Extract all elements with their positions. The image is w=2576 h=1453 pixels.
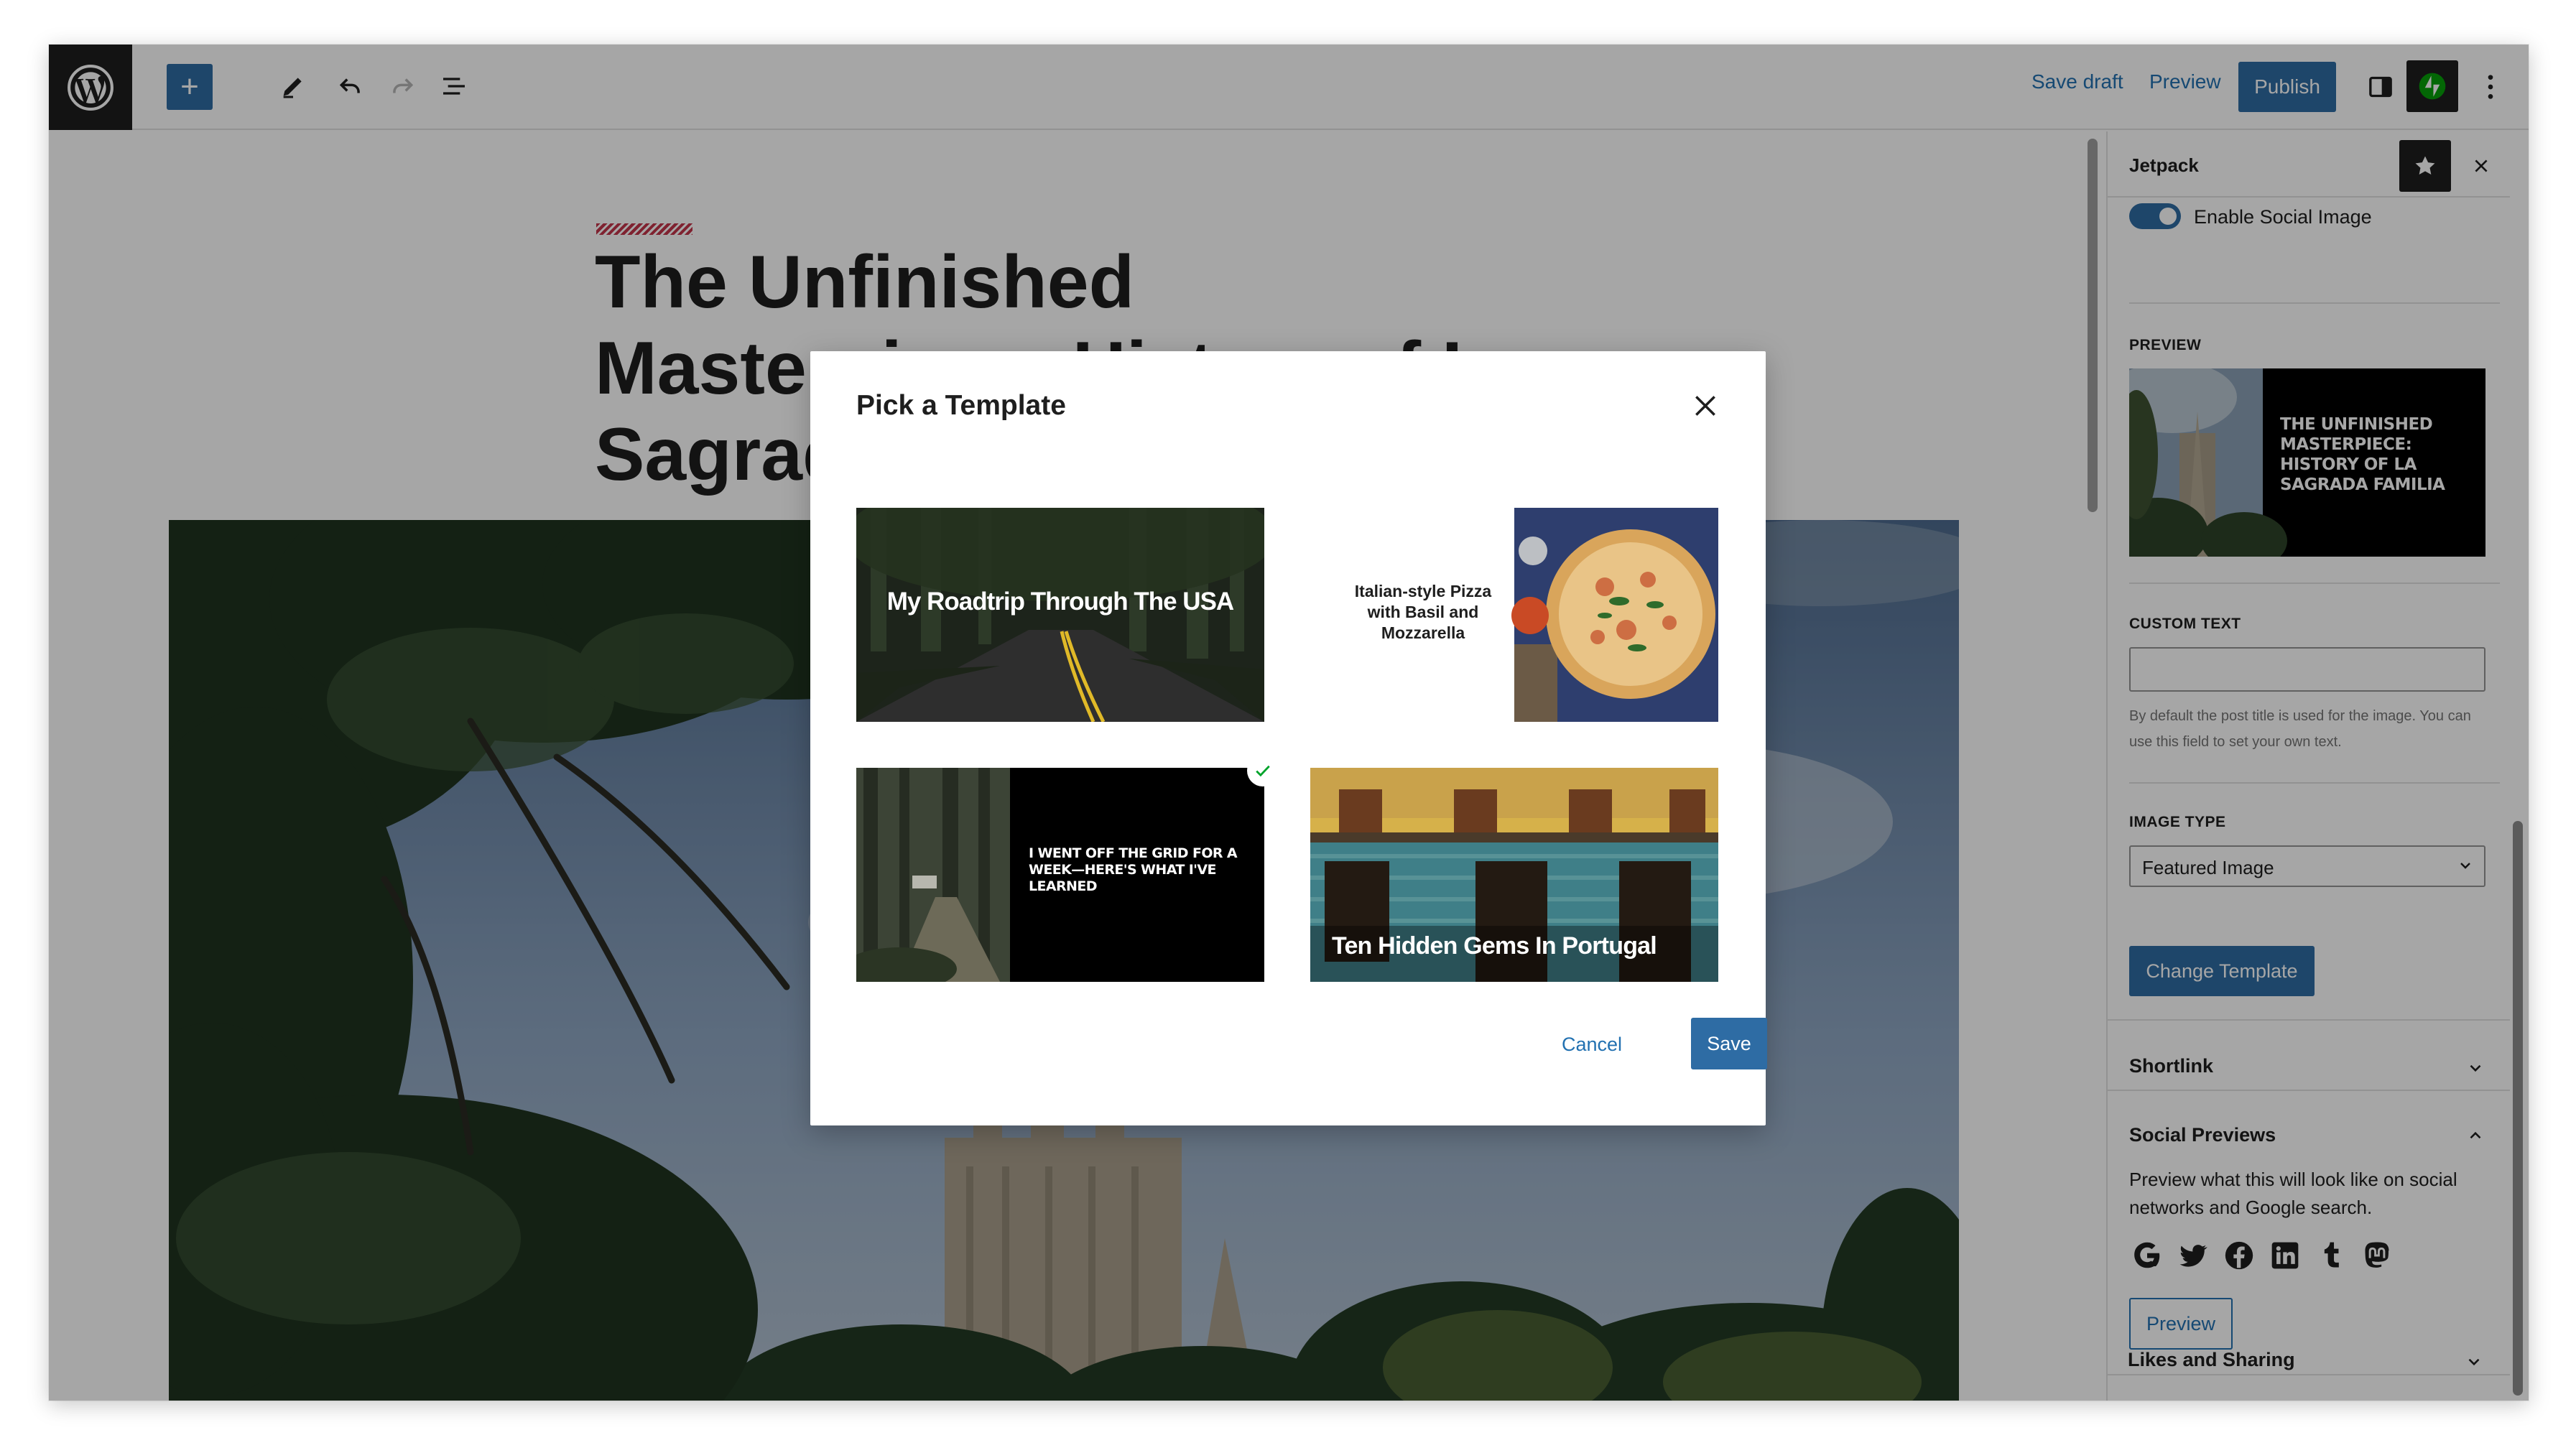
template-option[interactable]: Italian-style Pizza with Basil and Mozza… <box>1310 508 1718 722</box>
cancel-button[interactable]: Cancel <box>1562 1034 1622 1056</box>
close-icon[interactable] <box>1685 386 1725 426</box>
template-text: I WENT OFF THE GRID FOR A WEEK—HERE'S WH… <box>1029 845 1238 894</box>
template-text: Ten Hidden Gems In Portugal <box>1332 932 1657 960</box>
template-option-selected[interactable]: I WENT OFF THE GRID FOR A WEEK—HERE'S WH… <box>856 768 1264 982</box>
pick-template-modal: Pick a Template My Roadtrip Through The … <box>810 351 1767 1125</box>
selected-check-icon <box>1247 755 1279 786</box>
template-text: My Roadtrip Through The USA <box>886 588 1234 616</box>
editor-window: The Unfinished Masterpiece: History of L… <box>49 45 2529 1401</box>
modal-title: Pick a Template <box>856 390 1066 421</box>
template-option[interactable]: Ten Hidden Gems In Portugal <box>1310 768 1718 982</box>
template-text: Italian-style Pizza with Basil and Mozza… <box>1354 582 1492 642</box>
save-button[interactable]: Save <box>1691 1018 1767 1069</box>
template-option[interactable]: My Roadtrip Through The USA <box>856 508 1264 722</box>
